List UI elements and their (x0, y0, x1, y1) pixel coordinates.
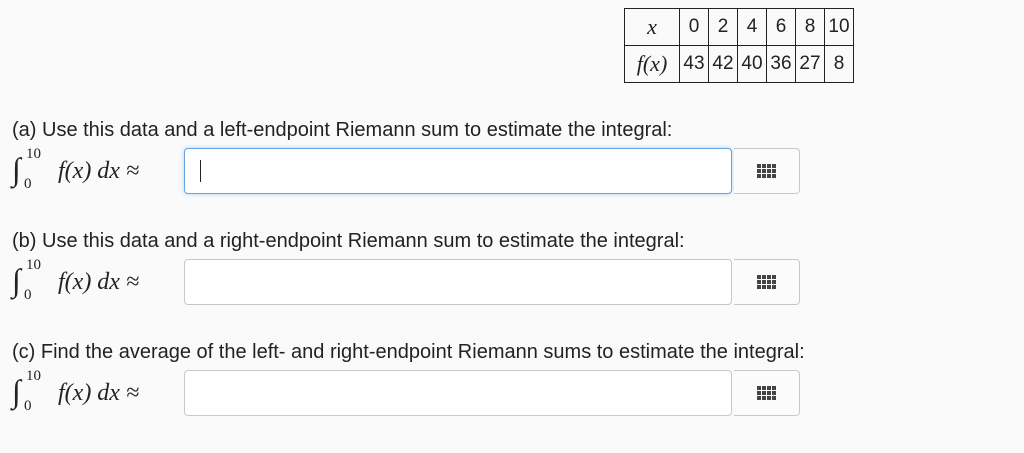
integral-sign: ∫ (12, 262, 21, 298)
fx-row: f(x) 43 42 40 36 27 8 (624, 45, 854, 83)
integral-lower-limit: 0 (24, 287, 32, 303)
x-value-cell: 4 (737, 8, 767, 46)
integrand: f(x) dx ≈ (58, 269, 140, 295)
text-cursor (200, 160, 201, 182)
part-a: (a) Use this data and a left-endpoint Ri… (12, 118, 1012, 196)
keypad-icon (757, 164, 776, 178)
part-b-answer-input[interactable] (184, 259, 732, 305)
integral-upper-limit: 10 (26, 257, 41, 273)
fx-value-cell: 8 (824, 45, 854, 83)
part-c-keypad-button[interactable] (734, 370, 800, 416)
x-value-cell: 0 (679, 8, 709, 46)
integral-lower-limit: 0 (24, 398, 32, 414)
fx-value-cell: 43 (679, 45, 709, 83)
x-value-cell: 10 (824, 8, 854, 46)
keypad-icon (757, 275, 776, 289)
x-value-cell: 6 (766, 8, 796, 46)
part-a-answer-row: ∫ 10 0 f(x) dx ≈ (12, 146, 1012, 196)
integrand: f(x) dx ≈ (58, 158, 140, 184)
keypad-icon (757, 386, 776, 400)
fx-value-cell: 27 (795, 45, 825, 83)
part-c-prompt: (c) Find the average of the left- and ri… (12, 341, 805, 363)
x-value-cell: 8 (795, 8, 825, 46)
x-value-cell: 2 (708, 8, 738, 46)
fx-label: f(x) (624, 45, 680, 83)
part-b-prompt: (b) Use this data and a right-endpoint R… (12, 230, 685, 252)
part-b-answer-row: ∫ 10 0 f(x) dx ≈ (12, 257, 1012, 307)
part-a-prompt: (a) Use this data and a left-endpoint Ri… (12, 119, 673, 141)
part-b-keypad-button[interactable] (734, 259, 800, 305)
x-row: x 0 2 4 6 8 10 (624, 8, 854, 46)
fx-value-cell: 42 (708, 45, 738, 83)
part-c: (c) Find the average of the left- and ri… (12, 340, 1012, 418)
part-c-answer-input[interactable] (184, 370, 732, 416)
fx-value-cell: 40 (737, 45, 767, 83)
question-page: x 0 2 4 6 8 10 f(x) 43 42 40 36 27 8 (a)… (0, 0, 1024, 453)
integral-lower-limit: 0 (24, 176, 32, 192)
integral-upper-limit: 10 (26, 146, 41, 162)
part-b: (b) Use this data and a right-endpoint R… (12, 229, 1012, 307)
integral-sign: ∫ (12, 151, 21, 187)
integrand: f(x) dx ≈ (58, 380, 140, 406)
part-c-answer-row: ∫ 10 0 f(x) dx ≈ (12, 368, 1012, 418)
fx-value-cell: 36 (766, 45, 796, 83)
integral-sign: ∫ (12, 373, 21, 409)
part-a-keypad-button[interactable] (734, 148, 800, 194)
x-label: x (624, 8, 680, 46)
data-table: x 0 2 4 6 8 10 f(x) 43 42 40 36 27 8 (624, 8, 854, 83)
integral-upper-limit: 10 (26, 368, 41, 384)
part-a-answer-input[interactable] (184, 148, 732, 194)
